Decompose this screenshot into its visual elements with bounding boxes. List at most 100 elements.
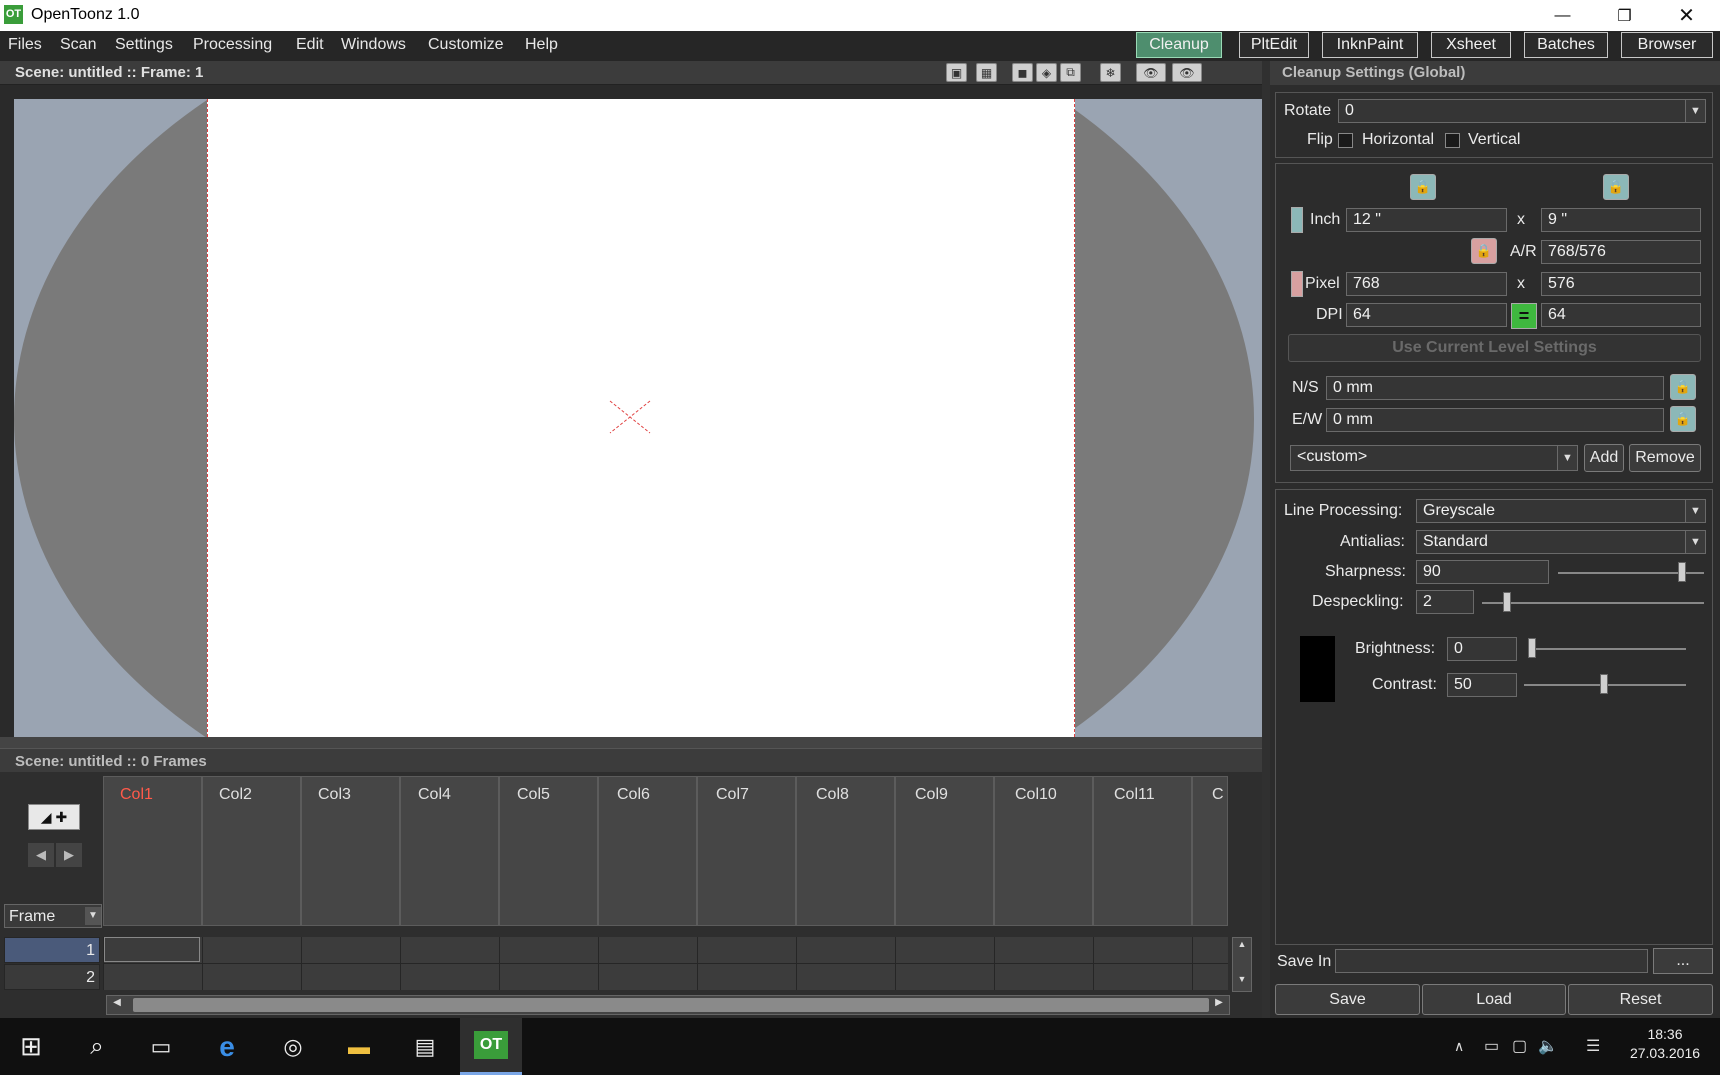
minimize-icon[interactable]: — [1534, 0, 1591, 31]
antialias-select[interactable]: Standard ▼ [1416, 530, 1706, 554]
menu-scan[interactable]: Scan [60, 36, 96, 54]
ns-offset-field[interactable]: 0 mm [1326, 376, 1664, 400]
pixel-width-field[interactable]: 768 [1346, 272, 1507, 296]
tray-display-icon[interactable]: ▢ [1512, 1036, 1527, 1056]
lock-inch-icon[interactable] [1291, 207, 1303, 233]
scroll-right-icon[interactable]: ▶ [1211, 997, 1227, 1013]
tray-volume-icon[interactable]: 🔈 [1538, 1036, 1558, 1056]
row-number[interactable]: 1 [4, 937, 100, 963]
next-memo-icon[interactable]: ▶ [56, 843, 82, 867]
ar-field[interactable]: 768/576 [1541, 240, 1701, 264]
load-button[interactable]: Load [1422, 984, 1566, 1015]
ew-offset-field[interactable]: 0 mm [1326, 408, 1664, 432]
menu-customize[interactable]: Customize [428, 36, 504, 54]
menu-settings[interactable]: Settings [115, 36, 173, 54]
flip-horizontal-checkbox[interactable] [1338, 133, 1353, 148]
menu-files[interactable]: Files [8, 36, 42, 54]
reset-button[interactable]: Reset [1568, 984, 1713, 1015]
search-icon[interactable]: ⌕ [66, 1018, 128, 1075]
field-guide-icon[interactable]: ▦ [976, 63, 997, 82]
rotate-select[interactable]: 0 ▼ [1338, 99, 1706, 123]
despeckling-slider-thumb[interactable] [1503, 592, 1511, 612]
subcamera-preview-icon[interactable]: 👁 [1172, 63, 1202, 82]
inch-width-field[interactable]: 12 " [1346, 208, 1507, 232]
safe-area-icon[interactable]: ▣ [946, 63, 967, 82]
xsheet-hscroll[interactable]: ◀ ▶ [106, 995, 1230, 1015]
table-view-icon[interactable]: ◈ [1036, 63, 1057, 82]
save-in-field[interactable] [1335, 949, 1648, 973]
3d-view-icon[interactable]: ⧉ [1060, 63, 1081, 82]
lock-height-icon[interactable]: 🔒 [1603, 174, 1629, 200]
remove-preset-button[interactable]: Remove [1629, 444, 1701, 472]
restore-icon[interactable]: ❐ [1596, 0, 1653, 31]
room-tab-browser[interactable]: Browser [1621, 32, 1713, 58]
add-preset-button[interactable]: Add [1584, 444, 1624, 472]
windows-start-icon[interactable]: ⊞ [0, 1018, 62, 1075]
store-icon[interactable]: ▤ [394, 1018, 456, 1075]
lock-ar-icon[interactable]: 🔒 [1471, 238, 1497, 264]
chevron-down-icon[interactable]: ▼ [85, 907, 101, 925]
pixel-height-field[interactable]: 576 [1541, 272, 1701, 296]
room-tab-pltedit[interactable]: PltEdit [1239, 32, 1309, 58]
steam-icon[interactable]: ◎ [262, 1018, 324, 1075]
menu-windows[interactable]: Windows [341, 36, 406, 54]
brightness-slider-thumb[interactable] [1528, 638, 1536, 658]
close-icon[interactable]: ✕ [1658, 0, 1715, 31]
brightness-field[interactable]: 0 [1447, 637, 1517, 661]
chevron-down-icon[interactable]: ▼ [1685, 100, 1705, 122]
menu-help[interactable]: Help [525, 36, 558, 54]
new-memo-button[interactable]: ◢ ✚ [28, 804, 80, 830]
tray-chevron-icon[interactable]: ∧ [1454, 1038, 1464, 1055]
camera-stand-icon[interactable]: ◼ [1012, 63, 1033, 82]
browse-button[interactable]: ... [1653, 948, 1713, 974]
save-button[interactable]: Save [1275, 984, 1420, 1015]
lock-ns-icon[interactable]: 🔒 [1670, 374, 1696, 400]
scroll-down-icon[interactable]: ▼ [1234, 974, 1250, 990]
brightness-slider[interactable] [1528, 648, 1686, 650]
dpi-equal-icon[interactable]: = [1511, 303, 1537, 329]
room-tab-inknpaint[interactable]: InknPaint [1322, 32, 1418, 58]
room-tab-cleanup[interactable]: Cleanup [1136, 32, 1222, 58]
line-processing-select[interactable]: Greyscale ▼ [1416, 499, 1706, 523]
chevron-down-icon[interactable]: ▼ [1685, 500, 1705, 522]
freeze-icon[interactable]: ❄ [1100, 63, 1121, 82]
contrast-field[interactable]: 50 [1447, 673, 1517, 697]
lock-ew-icon[interactable]: 🔒 [1670, 406, 1696, 432]
dpi-y-field[interactable]: 64 [1541, 303, 1701, 327]
clock[interactable]: 18:36 27.03.2016 [1628, 1026, 1702, 1061]
ruler-vertical[interactable] [0, 85, 14, 740]
ruler-horizontal[interactable] [0, 85, 1262, 99]
task-view-icon[interactable]: ▭ [130, 1018, 192, 1075]
despeckling-field[interactable]: 2 [1416, 590, 1474, 614]
dpi-x-field[interactable]: 64 [1346, 303, 1507, 327]
contrast-slider-thumb[interactable] [1600, 674, 1608, 694]
sharpness-slider-thumb[interactable] [1678, 562, 1686, 582]
chevron-down-icon[interactable]: ▼ [1557, 446, 1577, 470]
lock-width-icon[interactable]: 🔒 [1410, 174, 1436, 200]
scroll-left-icon[interactable]: ◀ [109, 997, 125, 1013]
menu-edit[interactable]: Edit [296, 36, 324, 54]
xsheet-cell-grid[interactable] [103, 937, 1228, 990]
lock-pixel-icon[interactable] [1291, 271, 1303, 297]
menu-processing[interactable]: Processing [193, 36, 272, 54]
sharpness-field[interactable]: 90 [1416, 560, 1549, 584]
chevron-down-icon[interactable]: ▼ [1685, 531, 1705, 553]
frame-zoom-select[interactable]: Frame ▼ [4, 904, 102, 928]
hscroll-thumb[interactable] [133, 998, 1209, 1012]
viewer-canvas[interactable] [14, 99, 1262, 737]
inch-height-field[interactable]: 9 " [1541, 208, 1701, 232]
room-tab-xsheet[interactable]: Xsheet [1431, 32, 1511, 58]
edge-browser-icon[interactable]: e [196, 1018, 258, 1075]
preview-icon[interactable]: 👁 [1136, 63, 1166, 82]
current-cell[interactable] [104, 937, 200, 962]
action-center-icon[interactable]: ☰ [1586, 1036, 1600, 1056]
despeckling-slider[interactable] [1482, 602, 1704, 604]
use-current-level-settings-button[interactable]: Use Current Level Settings [1288, 334, 1701, 362]
prev-memo-icon[interactable]: ◀ [28, 843, 54, 867]
row-number[interactable]: 2 [4, 964, 100, 990]
xsheet-vscroll[interactable]: ▲ ▼ [1232, 937, 1252, 992]
tray-network-icon[interactable]: ▭ [1484, 1036, 1499, 1056]
opentoonz-taskbar-icon[interactable]: OT [460, 1018, 522, 1075]
preset-select[interactable]: <custom> ▼ [1290, 445, 1578, 471]
flip-vertical-checkbox[interactable] [1445, 133, 1460, 148]
